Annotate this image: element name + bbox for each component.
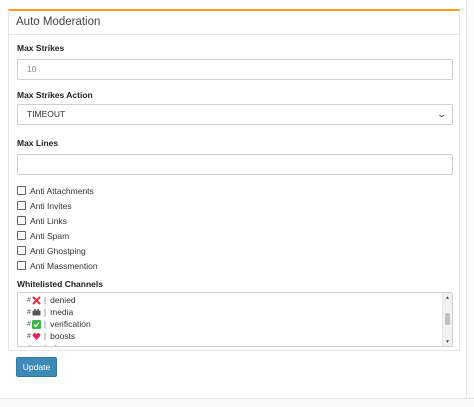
anti-spam-checkbox[interactable]	[17, 231, 26, 240]
max-strikes-action-label: Max Strikes Action	[17, 90, 93, 100]
channel-name: giveaway	[50, 343, 85, 346]
anti-ghostping-option[interactable]: Anti Ghostping	[17, 243, 451, 258]
channel-option[interactable]: # | denied	[18, 294, 452, 306]
channel-name: verification	[50, 319, 91, 329]
max-lines-label: Max Lines	[17, 138, 59, 148]
anti-attachments-checkbox[interactable]	[17, 186, 26, 195]
channel-hash: #	[27, 308, 31, 316]
channel-option[interactable]: # | verification	[18, 318, 452, 330]
separator: |	[43, 307, 47, 317]
anti-massmention-label: Anti Massmention	[30, 260, 98, 271]
channel-hash: #	[27, 345, 31, 347]
anti-massmention-option[interactable]: Anti Massmention	[17, 258, 451, 273]
anti-links-checkbox[interactable]	[17, 216, 26, 225]
chevron-down-icon: ⌄	[436, 109, 448, 119]
anti-links-label: Anti Links	[30, 215, 67, 226]
anti-invites-option[interactable]: Anti Invites	[17, 198, 451, 213]
scroll-down-icon[interactable]: ▼	[443, 337, 452, 346]
anti-invites-checkbox[interactable]	[17, 201, 26, 210]
whitelisted-channels-label: Whitelisted Channels	[17, 279, 103, 289]
anti-ghostping-checkbox[interactable]	[17, 246, 26, 255]
film-camera-icon	[32, 308, 41, 317]
anti-spam-option[interactable]: Anti Spam	[17, 228, 451, 243]
channel-option[interactable]: # | boosts	[18, 330, 452, 342]
channel-hash: #	[27, 296, 31, 304]
max-lines-input[interactable]	[17, 154, 453, 175]
max-strikes-placeholder: 10	[27, 64, 37, 74]
separator: |	[43, 331, 47, 341]
listbox-scrollbar[interactable]: ▲ ▼	[442, 293, 452, 346]
scroll-up-icon[interactable]: ▲	[443, 293, 452, 302]
max-strikes-input[interactable]: 10	[17, 59, 453, 80]
separator: |	[44, 343, 46, 346]
anti-invites-label: Anti Invites	[30, 200, 72, 211]
max-strikes-label: Max Strikes	[17, 43, 65, 53]
card-title: Auto Moderation	[9, 11, 459, 35]
whitelisted-channels-listbox[interactable]: # | denied # | media # | verification # …	[17, 292, 453, 347]
channel-option[interactable]: # | media	[18, 306, 452, 318]
check-mark-icon	[31, 319, 41, 329]
auto-moderation-card: Auto Moderation Max Strikes 10 Max Strik…	[8, 9, 460, 351]
channel-option[interactable]: # | giveaway	[18, 342, 452, 347]
scrollbar-thumb[interactable]	[445, 313, 450, 325]
gift-icon	[32, 344, 41, 346]
channel-name: media	[50, 307, 74, 317]
cross-mark-icon	[32, 296, 41, 305]
separator: |	[43, 295, 47, 305]
anti-massmention-checkbox[interactable]	[17, 261, 26, 270]
channel-hash: #	[27, 332, 31, 340]
anti-options-list: Anti Attachments Anti Invites Anti Links…	[17, 183, 451, 273]
channel-hash: #	[27, 320, 31, 328]
max-strikes-action-select[interactable]: TIMEOUT ⌄	[17, 104, 453, 125]
anti-spam-label: Anti Spam	[30, 230, 70, 241]
page-right-edge	[466, 0, 474, 398]
channel-name: boosts	[50, 331, 76, 341]
anti-links-option[interactable]: Anti Links	[17, 213, 451, 228]
anti-attachments-label: Anti Attachments	[30, 185, 94, 196]
anti-attachments-option[interactable]: Anti Attachments	[17, 183, 451, 198]
max-strikes-action-value: TIMEOUT	[27, 109, 66, 119]
anti-ghostping-label: Anti Ghostping	[30, 245, 86, 256]
channel-name: denied	[50, 295, 76, 305]
hearts-icon	[32, 332, 41, 341]
update-button[interactable]: Update	[16, 357, 57, 377]
separator: |	[43, 319, 47, 329]
